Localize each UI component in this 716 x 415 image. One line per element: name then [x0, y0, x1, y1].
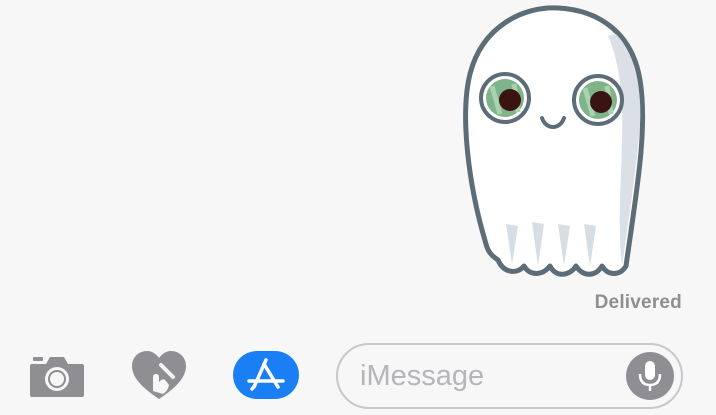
- ghost-sticker-image: [463, 5, 646, 277]
- app-store-button[interactable]: [233, 351, 299, 399]
- message-toolbar: [0, 330, 716, 415]
- digital-touch-heart-icon: [132, 351, 186, 399]
- microphone-icon: [638, 361, 662, 391]
- conversation-view: Delivered: [0, 0, 716, 330]
- message-input-field[interactable]: [336, 343, 683, 409]
- digital-touch-button[interactable]: [128, 350, 190, 402]
- ghost-right-eye: [572, 74, 624, 126]
- ghost-left-eye: [479, 72, 531, 124]
- app-store-icon: [247, 358, 285, 391]
- ghost-sticker[interactable]: [456, 4, 656, 286]
- camera-button[interactable]: [26, 350, 88, 402]
- message-input[interactable]: [360, 345, 620, 407]
- delivery-status: Delivered: [594, 292, 682, 313]
- camera-icon: [30, 357, 84, 397]
- dictation-button[interactable]: [626, 352, 674, 400]
